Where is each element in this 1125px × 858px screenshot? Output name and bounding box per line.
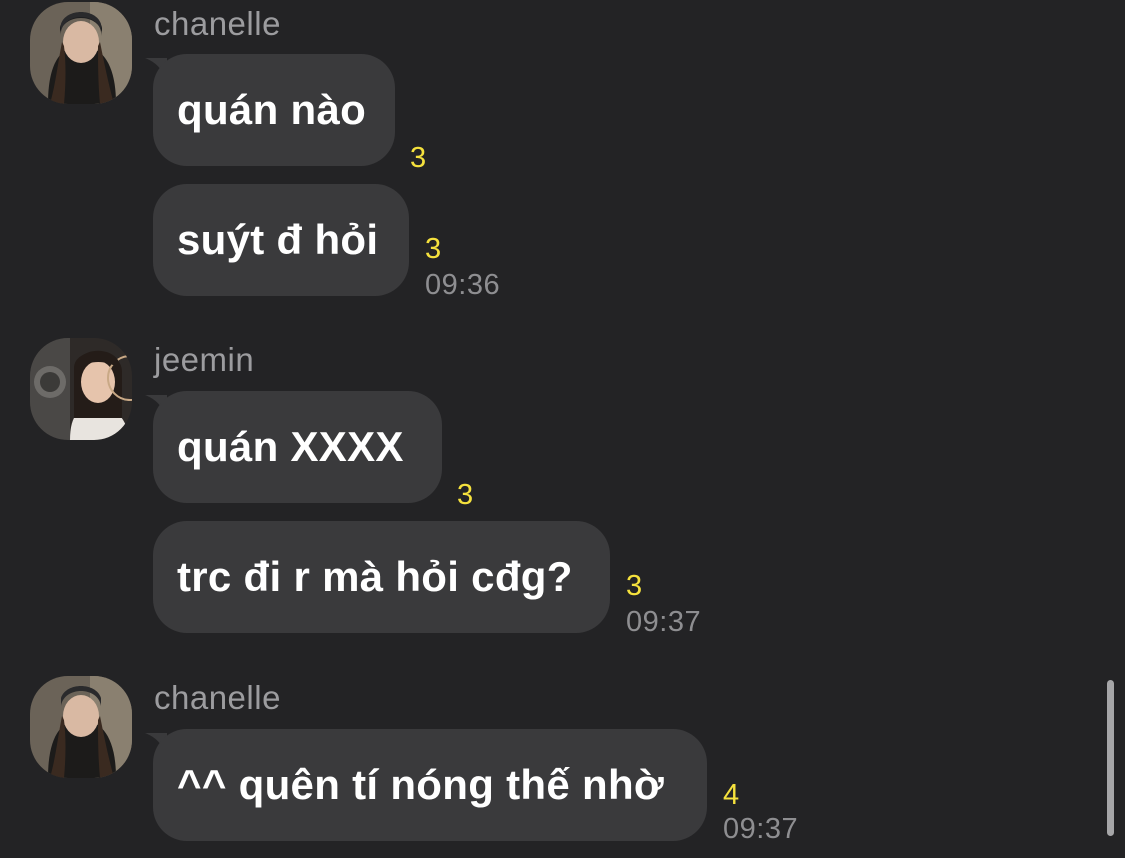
unread-count: 3 bbox=[425, 233, 442, 265]
message-text: trc đi r mà hỏi cđg? bbox=[177, 553, 573, 600]
scrollbar[interactable] bbox=[1107, 680, 1114, 836]
unread-count: 3 bbox=[457, 479, 474, 511]
unread-count: 4 bbox=[723, 779, 740, 811]
message-time: 09:37 bbox=[723, 813, 799, 845]
sender-name: chanelle bbox=[154, 679, 281, 716]
avatar-chanelle[interactable] bbox=[30, 2, 132, 104]
unread-count: 3 bbox=[410, 142, 427, 174]
sender-name: jeemin bbox=[154, 341, 255, 378]
message-bubble[interactable]: quán nào bbox=[153, 54, 395, 166]
message-bubble[interactable]: trc đi r mà hỏi cđg? bbox=[153, 521, 610, 633]
avatar-jeemin[interactable] bbox=[30, 338, 132, 440]
message-text: suýt đ hỏi bbox=[177, 216, 379, 263]
message-text: ^^ quên tí nóng thế nhờ bbox=[177, 761, 665, 808]
message-time: 09:36 bbox=[425, 269, 501, 301]
message-bubble[interactable]: ^^ quên tí nóng thế nhờ bbox=[153, 729, 707, 841]
avatar-chanelle[interactable] bbox=[30, 676, 132, 778]
message-text: quán XXXX bbox=[177, 423, 404, 470]
unread-count: 3 bbox=[626, 570, 643, 602]
sender-name: chanelle bbox=[154, 5, 281, 42]
message-bubble[interactable]: quán XXXX bbox=[153, 391, 442, 503]
chat-view[interactable]: chanelle quán nào 3 suýt đ hỏi 3 09:36 j… bbox=[0, 0, 1125, 858]
message-time: 09:37 bbox=[626, 606, 702, 638]
message-text: quán nào bbox=[177, 86, 367, 133]
message-bubble[interactable]: suýt đ hỏi bbox=[153, 184, 409, 296]
